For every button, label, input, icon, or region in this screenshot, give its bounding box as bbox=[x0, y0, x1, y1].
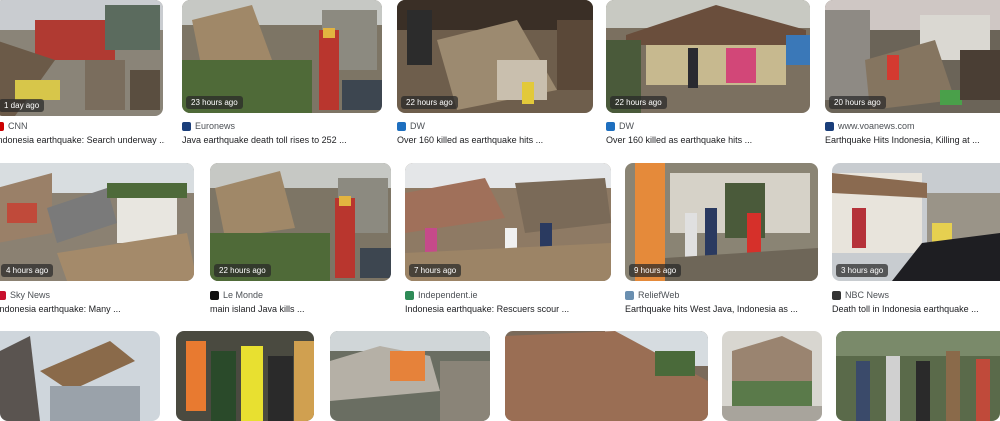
dw-icon bbox=[397, 121, 406, 131]
result-card[interactable]: 22 hours ago DW Over 160 killed as earth… bbox=[606, 0, 810, 150]
source-name: NBC News bbox=[845, 290, 890, 300]
timestamp: 9 hours ago bbox=[629, 264, 682, 277]
result-title[interactable]: main island Java kills ... bbox=[210, 304, 391, 314]
timestamp: 20 hours ago bbox=[829, 96, 886, 109]
result-card[interactable] bbox=[505, 331, 708, 421]
result-card[interactable] bbox=[330, 331, 490, 421]
thumbnail-image[interactable] bbox=[330, 331, 490, 421]
result-card[interactable]: 22 hours ago Le Monde main island Java k… bbox=[210, 163, 391, 318]
timestamp: 22 hours ago bbox=[401, 96, 458, 109]
thumbnail-image[interactable]: 22 hours ago bbox=[210, 163, 391, 281]
cnn-icon bbox=[0, 121, 4, 131]
source-line: CNN bbox=[0, 121, 28, 131]
source-name: DW bbox=[619, 121, 634, 131]
timestamp: 22 hours ago bbox=[214, 264, 271, 277]
result-title[interactable]: Death toll in Indonesia earthquake ... bbox=[832, 304, 1000, 314]
result-card[interactable]: 3 hours ago NBC News Death toll in Indon… bbox=[832, 163, 1000, 318]
reliefweb-icon bbox=[625, 290, 634, 300]
source-name: Sky News bbox=[10, 290, 51, 300]
result-card[interactable]: 22 hours ago DW Over 160 killed as earth… bbox=[397, 0, 593, 150]
timestamp: 4 hours ago bbox=[1, 264, 54, 277]
result-title[interactable]: Indonesia earthquake: Search underway ..… bbox=[0, 135, 165, 145]
result-title[interactable]: Indonesia earthquake: Rescuers scour ... bbox=[405, 304, 611, 314]
thumbnail-image[interactable]: 22 hours ago bbox=[397, 0, 593, 113]
timestamp: 1 day ago bbox=[0, 99, 45, 112]
source-line: Sky News bbox=[0, 290, 50, 300]
result-card[interactable]: 9 hours ago ReliefWeb Earthquake hits We… bbox=[625, 163, 818, 318]
source-line: Euronews bbox=[182, 121, 235, 131]
source-name: DW bbox=[410, 121, 425, 131]
result-card[interactable]: 4 hours ago Sky News Indonesia earthquak… bbox=[0, 163, 197, 318]
source-name: Independent.ie bbox=[418, 290, 478, 300]
result-title[interactable]: Over 160 killed as earthquake hits ... bbox=[606, 135, 810, 145]
timestamp: 7 hours ago bbox=[409, 264, 462, 277]
thumbnail-image[interactable] bbox=[505, 331, 708, 421]
source-name: CNN bbox=[8, 121, 28, 131]
thumbnail-image[interactable]: 23 hours ago bbox=[182, 0, 382, 113]
result-title[interactable]: Earthquake hits West Java, Indonesia as … bbox=[625, 304, 818, 314]
thumbnail-image[interactable] bbox=[0, 331, 160, 421]
thumbnail-image[interactable]: 7 hours ago bbox=[405, 163, 611, 281]
source-name: www.voanews.com bbox=[838, 121, 915, 131]
source-line: NBC News bbox=[832, 290, 889, 300]
thumbnail-image[interactable] bbox=[176, 331, 314, 421]
thumbnail-image[interactable] bbox=[836, 331, 1000, 421]
thumbnail-image[interactable] bbox=[722, 331, 822, 421]
dw-icon bbox=[606, 121, 615, 131]
result-card[interactable]: 23 hours ago Euronews Java earthquake de… bbox=[182, 0, 382, 150]
source-line: Le Monde bbox=[210, 290, 263, 300]
result-card[interactable]: 7 hours ago Independent.ie Indonesia ear… bbox=[405, 163, 611, 318]
result-title[interactable]: Java earthquake death toll rises to 252 … bbox=[182, 135, 382, 145]
result-card[interactable] bbox=[722, 331, 822, 421]
voa-icon bbox=[825, 121, 834, 131]
result-card[interactable]: 1 day ago CNN Indonesia earthquake: Sear… bbox=[0, 0, 168, 150]
result-title[interactable]: Earthquake Hits Indonesia, Killing at ..… bbox=[825, 135, 1000, 145]
thumbnail-image[interactable]: 22 hours ago bbox=[606, 0, 810, 113]
nbc-news-icon bbox=[832, 290, 841, 300]
source-line: ReliefWeb bbox=[625, 290, 679, 300]
source-line: DW bbox=[606, 121, 634, 131]
result-title[interactable]: Over 160 killed as earthquake hits ... bbox=[397, 135, 593, 145]
independent-icon bbox=[405, 290, 414, 300]
thumbnail-image[interactable]: 3 hours ago bbox=[832, 163, 1000, 281]
result-card[interactable] bbox=[176, 331, 314, 421]
source-line: www.voanews.com bbox=[825, 121, 915, 131]
le-monde-icon bbox=[210, 290, 219, 300]
source-name: Le Monde bbox=[223, 290, 264, 300]
source-name: ReliefWeb bbox=[638, 290, 680, 300]
thumbnail-image[interactable]: 20 hours ago bbox=[825, 0, 1000, 113]
source-line: Independent.ie bbox=[405, 290, 478, 300]
result-card[interactable] bbox=[0, 331, 160, 421]
timestamp: 23 hours ago bbox=[186, 96, 243, 109]
result-card[interactable]: 20 hours ago www.voanews.com Earthquake … bbox=[825, 0, 1000, 150]
timestamp: 3 hours ago bbox=[836, 264, 889, 277]
result-title[interactable]: Indonesia earthquake: Many ... bbox=[0, 304, 194, 314]
thumbnail-image[interactable]: 9 hours ago bbox=[625, 163, 818, 281]
source-name: Euronews bbox=[195, 121, 236, 131]
thumbnail-image[interactable]: 1 day ago bbox=[0, 0, 163, 116]
thumbnail-image[interactable]: 4 hours ago bbox=[0, 163, 194, 281]
result-card[interactable] bbox=[836, 331, 1000, 421]
euronews-icon bbox=[182, 121, 191, 131]
source-line: DW bbox=[397, 121, 425, 131]
sky-news-icon bbox=[0, 290, 6, 300]
timestamp: 22 hours ago bbox=[610, 96, 667, 109]
